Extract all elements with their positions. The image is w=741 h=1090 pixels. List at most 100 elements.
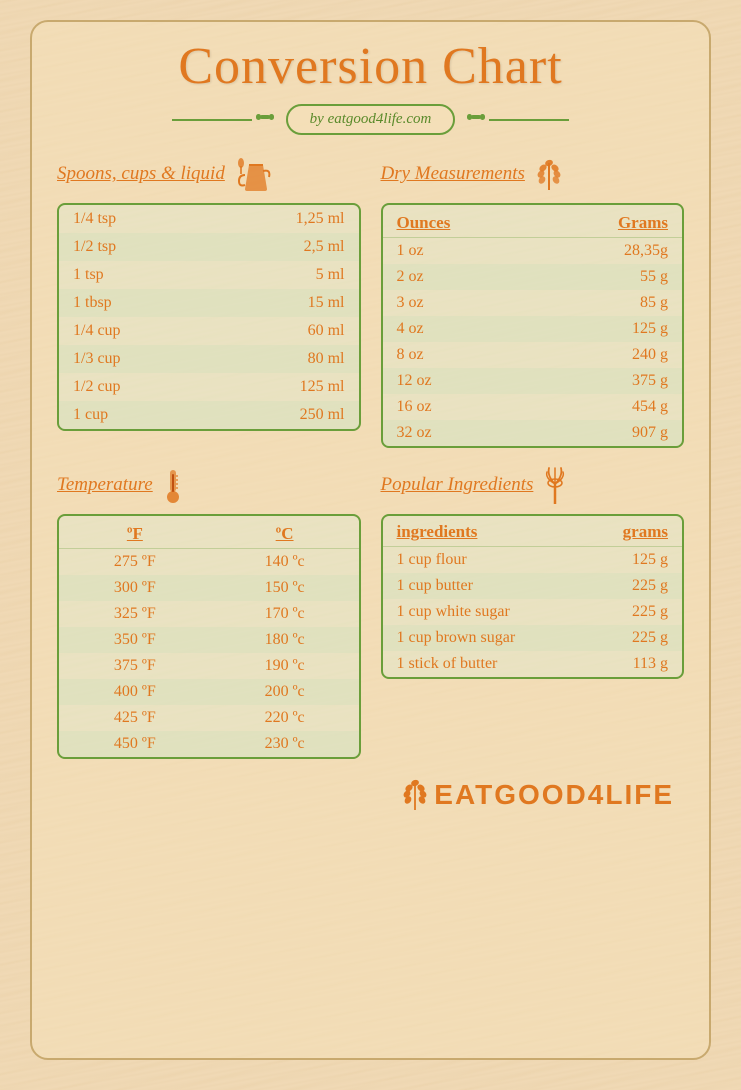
logo-area: EATGOOD4LIFE	[57, 777, 684, 813]
spoon-value: 60 ml	[207, 317, 358, 345]
dry-g: 375 g	[536, 368, 682, 394]
spoon-value: 5 ml	[207, 261, 358, 289]
temp-f: 350 ºF	[59, 627, 211, 653]
logo-text: EATGOOD4LIFE	[434, 779, 674, 811]
temp-c: 200 ºc	[211, 679, 359, 705]
temp-c: 170 ºc	[211, 601, 359, 627]
table-row: 375 ºF 190 ºc	[59, 653, 359, 679]
dry-g: 85 g	[536, 290, 682, 316]
temp-f: 325 ºF	[59, 601, 211, 627]
table-row: 1 stick of butter 113 g	[383, 651, 683, 677]
dry-oz: 3 oz	[383, 290, 536, 316]
spoon-value: 80 ml	[207, 345, 358, 373]
temp-f: 375 ºF	[59, 653, 211, 679]
dry-col2-header: Grams	[536, 205, 682, 238]
spoon-value: 2,5 ml	[207, 233, 358, 261]
dry-g: 55 g	[536, 264, 682, 290]
table-row: 1 tsp 5 ml	[59, 261, 359, 289]
rolling-pin-icon-right	[467, 110, 485, 129]
dry-oz: 1 oz	[383, 238, 536, 264]
dry-g: 454 g	[536, 394, 682, 420]
table-row: 32 oz 907 g	[383, 420, 683, 446]
dry-col1-header: Ounces	[383, 205, 536, 238]
table-row: 12 oz 375 g	[383, 368, 683, 394]
spoon-measure: 1 tsp	[59, 261, 207, 289]
ingredient-name: 1 cup flour	[383, 547, 583, 573]
temp-c: 180 ºc	[211, 627, 359, 653]
dry-header: Dry Measurements	[381, 155, 685, 193]
dry-oz: 12 oz	[383, 368, 536, 394]
whisk-icon	[539, 466, 571, 504]
ingredients-header: Popular Ingredients	[381, 466, 685, 504]
ingredients-table: ingredients grams 1 cup flour 125 g 1 cu…	[381, 514, 685, 679]
temp-f: 450 ºF	[59, 731, 211, 757]
temp-c: 140 ºc	[211, 549, 359, 575]
subtitle-pill: by eatgood4life.com	[286, 104, 456, 135]
ingredients-section: Popular Ingredients	[381, 466, 685, 759]
table-row: 1 tbsp 15 ml	[59, 289, 359, 317]
ingredient-name: 1 cup white sugar	[383, 599, 583, 625]
temp-table: ºF ºC 275 ºF 140 ºc 300 ºF 150 ºc 325 ºF…	[57, 514, 361, 759]
spoon-measure: 1/3 cup	[59, 345, 207, 373]
table-row: 16 oz 454 g	[383, 394, 683, 420]
table-row: 1/4 tsp 1,25 ml	[59, 205, 359, 233]
spoon-measure: 1/4 tsp	[59, 205, 207, 233]
measuring-cup-icon	[231, 155, 271, 193]
ingredient-name: 1 cup butter	[383, 573, 583, 599]
dry-g: 125 g	[536, 316, 682, 342]
dry-oz: 16 oz	[383, 394, 536, 420]
table-row: 300 ºF 150 ºc	[59, 575, 359, 601]
ingr-col1-header: ingredients	[383, 516, 583, 547]
dry-oz: 4 oz	[383, 316, 536, 342]
table-row: 1/2 tsp 2,5 ml	[59, 233, 359, 261]
table-row: 1 cup 250 ml	[59, 401, 359, 429]
table-row: 425 ºF 220 ºc	[59, 705, 359, 731]
table-row: 2 oz 55 g	[383, 264, 683, 290]
ingredient-grams: 225 g	[582, 573, 682, 599]
table-row: 275 ºF 140 ºc	[59, 549, 359, 575]
table-row: 400 ºF 200 ºc	[59, 679, 359, 705]
temp-col2-header: ºC	[211, 516, 359, 549]
table-row: 1/3 cup 80 ml	[59, 345, 359, 373]
banner-line-right	[489, 119, 569, 121]
dry-g: 28,35g	[536, 238, 682, 264]
bottom-section: Temperature	[57, 466, 684, 759]
dry-title: Dry Measurements	[381, 163, 525, 185]
table-row: 4 oz 125 g	[383, 316, 683, 342]
temp-c: 150 ºc	[211, 575, 359, 601]
spoon-value: 250 ml	[207, 401, 358, 429]
table-row: 1 cup flour 125 g	[383, 547, 683, 573]
wheat-logo-icon	[400, 777, 430, 813]
spoon-value: 125 ml	[207, 373, 358, 401]
ingr-col2-header: grams	[582, 516, 682, 547]
dry-section: Dry Measurements	[381, 155, 685, 448]
thermometer-icon	[159, 466, 187, 504]
table-row: 450 ºF 230 ºc	[59, 731, 359, 757]
temp-header: Temperature	[57, 466, 361, 504]
temp-f: 400 ºF	[59, 679, 211, 705]
table-row: 1 cup butter 225 g	[383, 573, 683, 599]
page: Conversion Chart by eatgood4life.com	[0, 0, 741, 1090]
spoons-title: Spoons, cups & liquid	[57, 163, 225, 185]
spoon-measure: 1/4 cup	[59, 317, 207, 345]
spoon-value: 15 ml	[207, 289, 358, 317]
temp-f: 275 ºF	[59, 549, 211, 575]
dry-g: 907 g	[536, 420, 682, 446]
temp-c: 230 ºc	[211, 731, 359, 757]
ingredients-title: Popular Ingredients	[381, 474, 534, 496]
table-row: 350 ºF 180 ºc	[59, 627, 359, 653]
banner-line-left	[172, 119, 252, 121]
dry-oz: 2 oz	[383, 264, 536, 290]
table-row: 1/2 cup 125 ml	[59, 373, 359, 401]
spoon-measure: 1 tbsp	[59, 289, 207, 317]
ingredient-grams: 113 g	[582, 651, 682, 677]
table-row: 1/4 cup 60 ml	[59, 317, 359, 345]
temp-c: 190 ºc	[211, 653, 359, 679]
spoon-value: 1,25 ml	[207, 205, 358, 233]
temp-c: 220 ºc	[211, 705, 359, 731]
temp-title: Temperature	[57, 474, 153, 496]
subtitle-banner: by eatgood4life.com	[57, 104, 684, 135]
spoon-measure: 1/2 tsp	[59, 233, 207, 261]
wheat-icon-dry	[531, 155, 567, 193]
temp-f: 425 ºF	[59, 705, 211, 731]
